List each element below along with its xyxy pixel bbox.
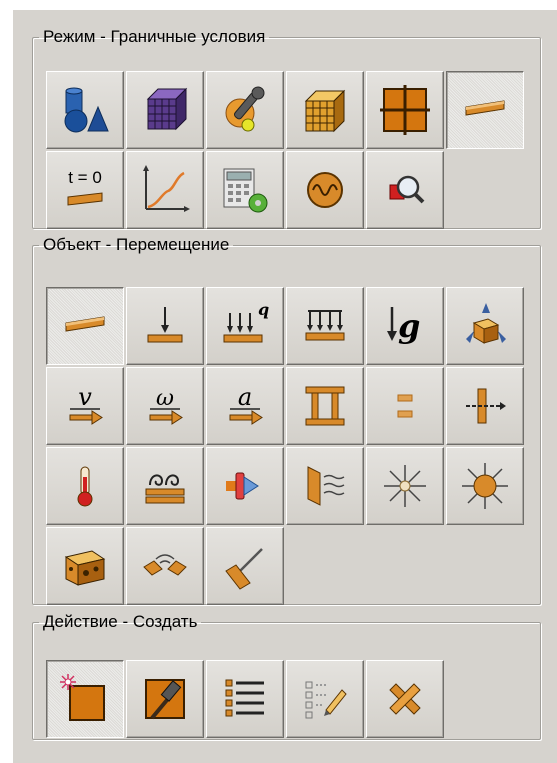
velocity-button[interactable]: v: [46, 367, 124, 445]
oscillation-button[interactable]: [286, 151, 364, 229]
graph-button[interactable]: [126, 151, 204, 229]
radiation-surface-button[interactable]: [286, 447, 364, 525]
point-load-button[interactable]: [126, 287, 204, 365]
angular-velocity-omega-icon: ω: [149, 386, 183, 425]
convection-button[interactable]: [126, 447, 204, 525]
pressure-load-button[interactable]: [286, 287, 364, 365]
temperature-button[interactable]: [46, 447, 124, 525]
rigid-connection-button[interactable]: [286, 367, 364, 445]
object-button-grid: q g v ω a: [45, 286, 525, 606]
pressure-load-icon: [305, 310, 345, 341]
edit-list-button[interactable]: [286, 660, 364, 738]
acceleration-button[interactable]: a: [206, 367, 284, 445]
edit-list-pencil-icon: [305, 681, 347, 719]
graph-curve-icon: [143, 165, 190, 212]
settings-tools-button[interactable]: [206, 71, 284, 149]
svg-text:q: q: [258, 300, 269, 319]
wrench-tools-icon: [225, 86, 265, 132]
wave-circle-icon: [307, 172, 343, 208]
gravity-g-icon: g: [387, 307, 420, 345]
time-zero-beam-icon: t = 0: [67, 168, 103, 206]
contact-wifi-icon: [143, 554, 187, 576]
contact-pair-button[interactable]: [126, 527, 204, 605]
svg-text:a: a: [238, 383, 252, 411]
thermometer-icon: [77, 466, 93, 507]
cheese-block-icon: [64, 550, 106, 586]
list-button[interactable]: [206, 660, 284, 738]
column-pair-icon: [305, 386, 345, 426]
search-results-button[interactable]: [366, 151, 444, 229]
svg-text:t = 0: t = 0: [68, 168, 102, 187]
deformed-beam-icon: [465, 100, 505, 116]
edit-build-button[interactable]: [126, 660, 204, 738]
action-button-grid: [45, 659, 525, 739]
delete-button[interactable]: [366, 660, 444, 738]
grid-elements-icon: [380, 85, 430, 135]
action-group: Действие - Создать: [32, 612, 541, 740]
rod-spring-icon: [225, 548, 263, 590]
calculator-gear-icon: [223, 168, 268, 213]
distributed-load-q-icon: q: [223, 300, 269, 343]
orange-mesh-cube-icon: [304, 89, 346, 133]
acceleration-a-icon: a: [229, 383, 263, 425]
object-group-legend: Объект - Перемещение: [43, 235, 230, 254]
radiation-wall-icon: [307, 466, 345, 506]
deformed-beam-icon: [65, 316, 105, 332]
create-button[interactable]: [46, 660, 124, 738]
grid-elements-button[interactable]: [366, 71, 444, 149]
mesh-button[interactable]: [126, 71, 204, 149]
svg-text:g: g: [398, 307, 420, 345]
heat-flux-button[interactable]: [206, 447, 284, 525]
action-group-legend: Действие - Создать: [43, 612, 198, 631]
gap-plates-icon: [397, 394, 413, 418]
mode-group: Режим - Граничные условия t = 0: [32, 27, 541, 229]
gap-contact-button[interactable]: [366, 367, 444, 445]
mode-group-legend: Режим - Граничные условия: [43, 27, 266, 46]
svg-text:ω: ω: [156, 386, 174, 411]
gravity-button[interactable]: g: [366, 287, 444, 365]
porous-body-button[interactable]: [46, 527, 124, 605]
geometry-button[interactable]: [46, 71, 124, 149]
rotation-cube-icon: [466, 303, 506, 344]
list-icon: [225, 679, 264, 717]
rotation-body-button[interactable]: [446, 287, 524, 365]
velocity-v-icon: v: [69, 383, 103, 425]
slide-arrow-icon: [466, 388, 506, 424]
star-burst-icon: [384, 465, 426, 507]
spring-button[interactable]: [206, 527, 284, 605]
calculator-settings-button[interactable]: [206, 151, 284, 229]
magnifier-icon: [389, 175, 425, 204]
initial-conditions-button[interactable]: t = 0: [46, 151, 124, 229]
point-load-arrow-icon: [147, 307, 183, 343]
point-source-button[interactable]: [366, 447, 444, 525]
geometry-icon: [64, 87, 109, 133]
hammer-icon: [145, 679, 185, 720]
heat-swirl-icon: [145, 474, 185, 504]
sun-icon: [462, 463, 508, 509]
object-group: Объект - Перемещение q g v ω a: [32, 235, 541, 605]
solid-mesh-button[interactable]: [286, 71, 364, 149]
boundary-conditions-button[interactable]: [446, 71, 524, 149]
create-sparkle-icon: [60, 674, 105, 721]
distributed-load-button[interactable]: q: [206, 287, 284, 365]
slide-connection-button[interactable]: [446, 367, 524, 445]
delete-x-icon: [389, 683, 421, 715]
angular-velocity-button[interactable]: ω: [126, 367, 204, 445]
toolbox-panel: Режим - Граничные условия t = 0 Объект -…: [13, 10, 557, 763]
heat-flux-arrow-icon: [226, 472, 259, 500]
mode-button-grid: t = 0: [45, 70, 525, 230]
purple-mesh-cube-icon: [146, 87, 188, 131]
volume-source-button[interactable]: [446, 447, 524, 525]
displacement-button[interactable]: [46, 287, 124, 365]
svg-text:v: v: [78, 383, 92, 411]
